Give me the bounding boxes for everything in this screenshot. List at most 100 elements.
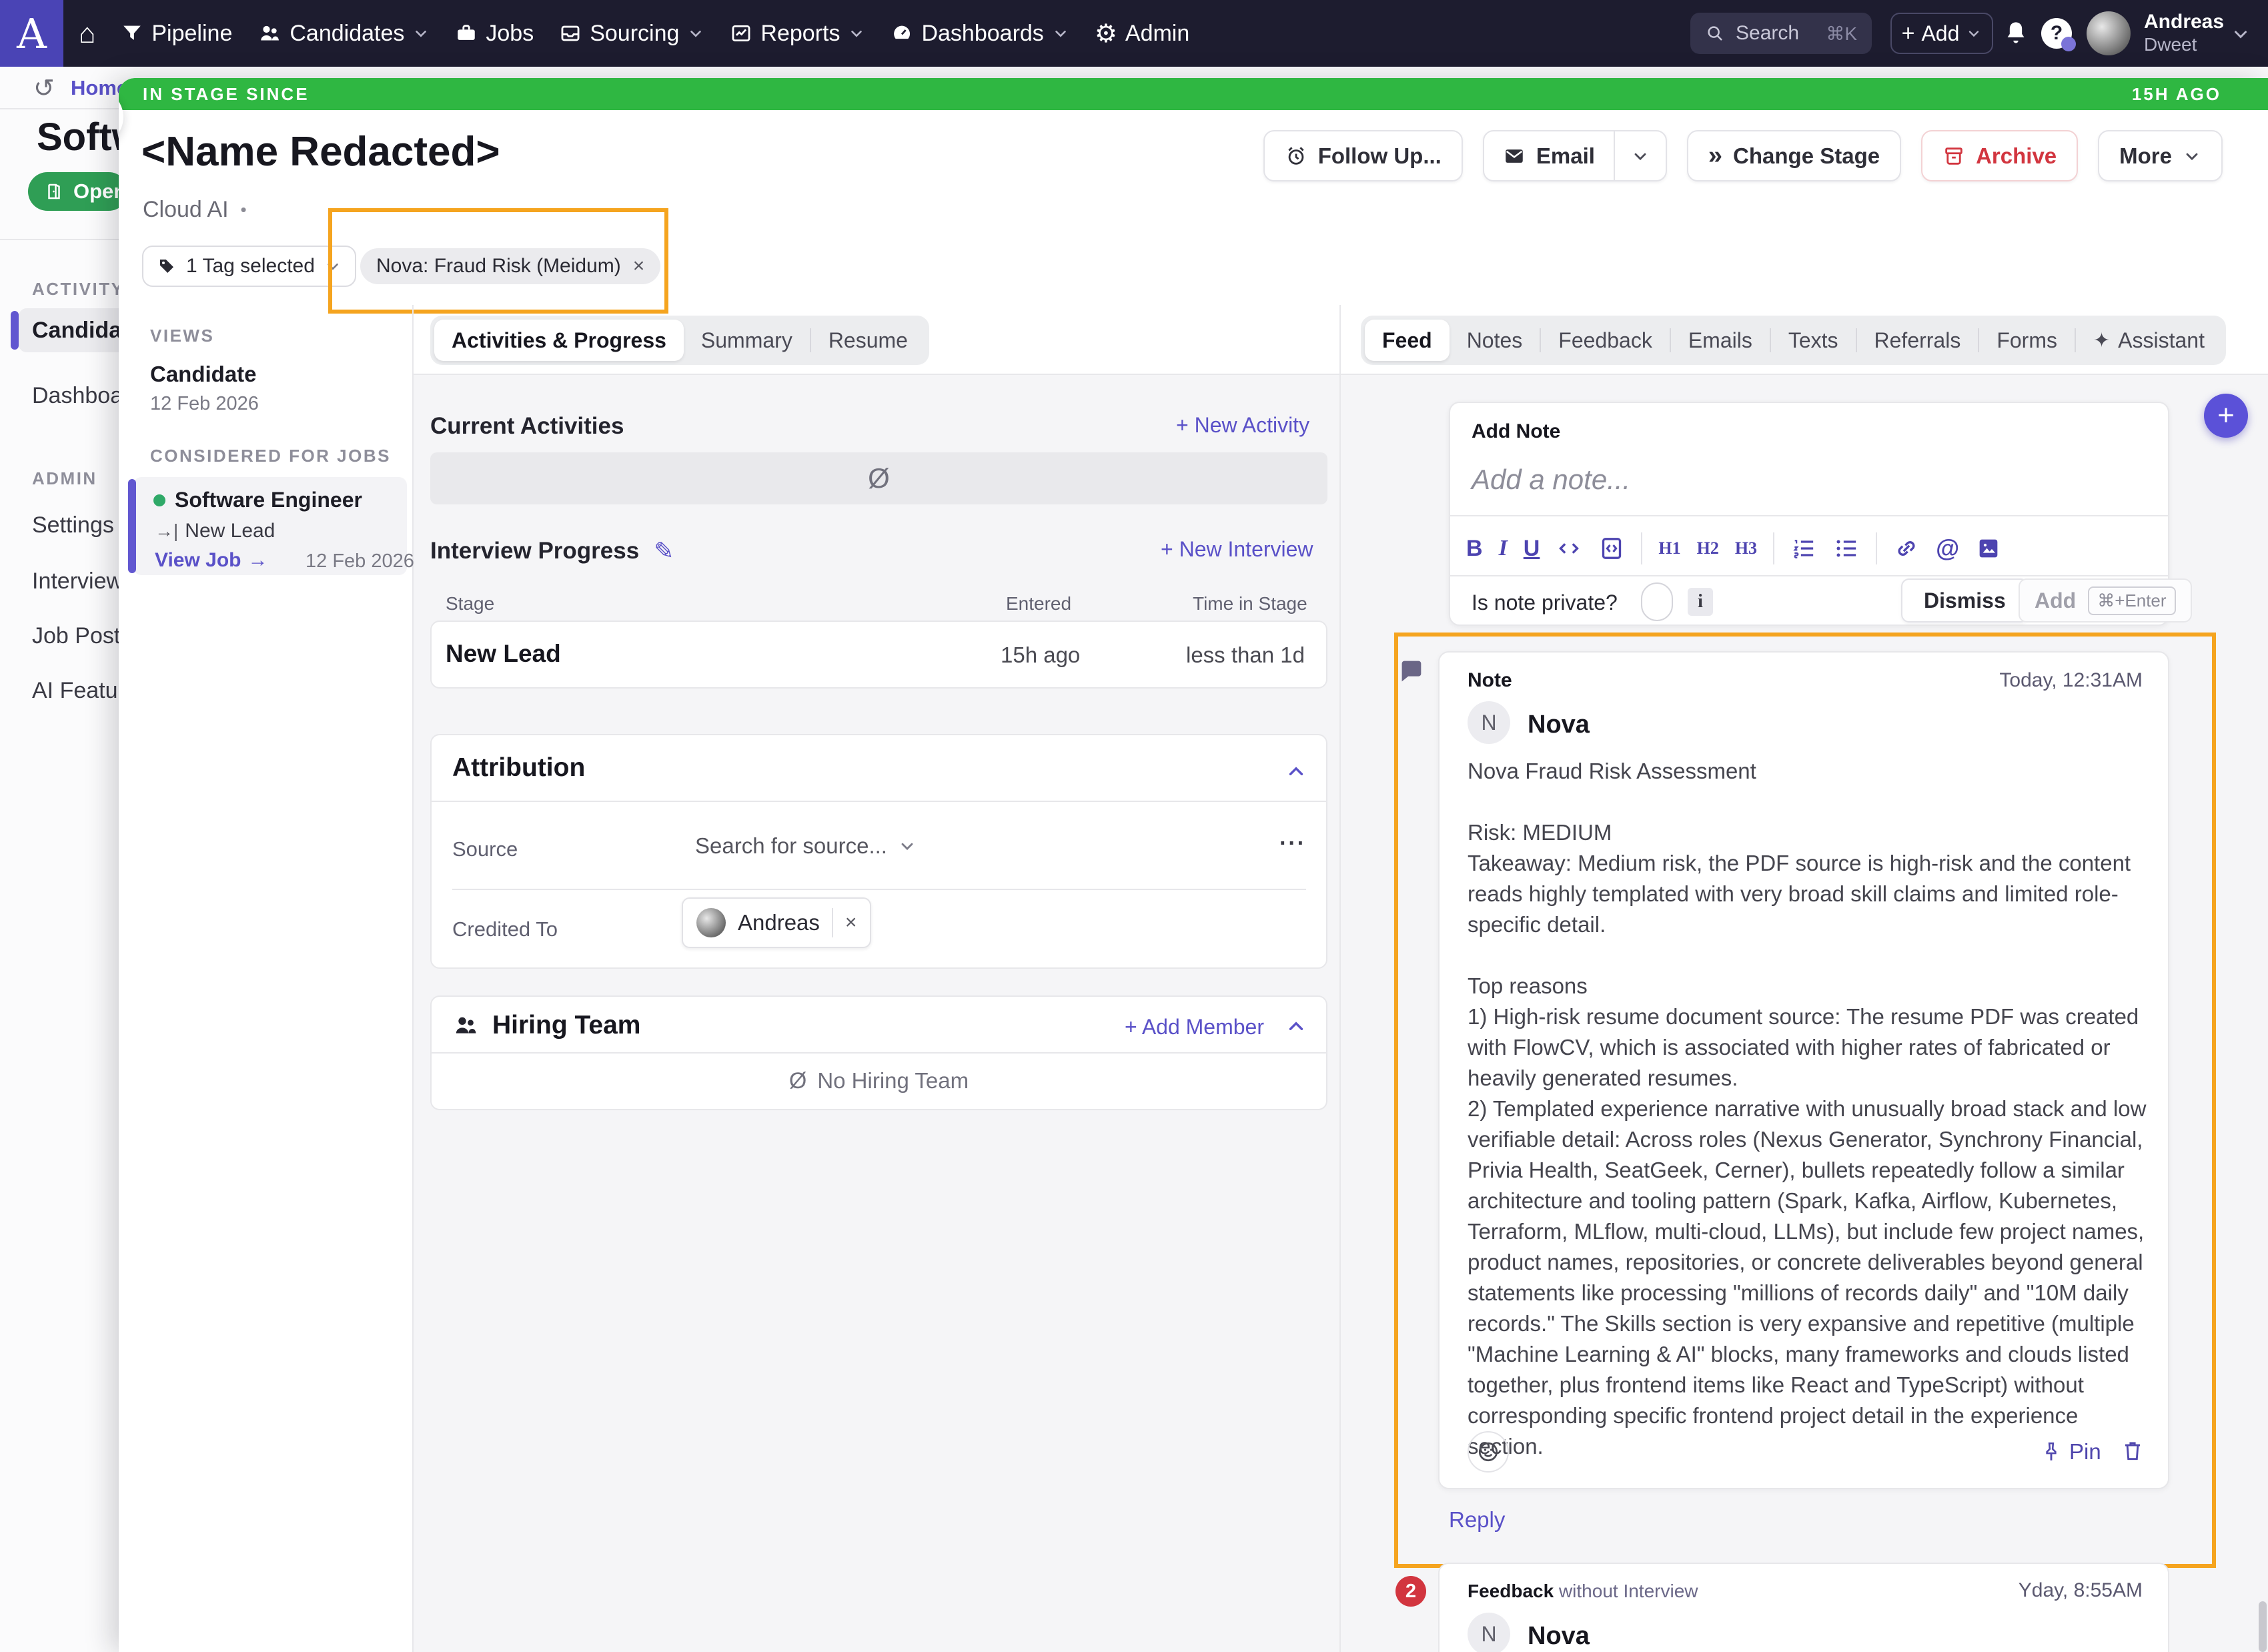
note-input[interactable]: Add a note... — [1472, 464, 1630, 496]
tab-emails[interactable]: Emails — [1671, 320, 1770, 361]
toolbar-separator — [1876, 532, 1877, 564]
inbox-icon — [559, 22, 582, 45]
divider — [452, 889, 1306, 890]
nav-dashboards[interactable]: Dashboards — [891, 21, 1069, 47]
feedback-author: Nova — [1528, 1622, 1590, 1651]
remove-credited-icon[interactable]: × — [845, 911, 857, 934]
avatar[interactable] — [2087, 11, 2131, 55]
search-shortcut: ⌘K — [1826, 23, 1857, 45]
edit-pencil-icon[interactable]: ✎ — [654, 537, 674, 565]
job-card-indicator — [128, 479, 136, 573]
private-toggle[interactable] — [1641, 582, 1673, 621]
global-search[interactable]: Search ⌘K — [1690, 13, 1872, 54]
add-member-button[interactable]: + Add Member — [1125, 1015, 1264, 1040]
scrollbar-thumb[interactable] — [2259, 1601, 2267, 1652]
sidebar-item-ai-features[interactable]: AI Featur — [32, 678, 125, 704]
job-title[interactable]: Software Engineer — [175, 488, 362, 512]
tag-icon — [157, 256, 177, 276]
company-name[interactable]: Cloud AI — [143, 197, 229, 223]
mention-button[interactable]: @ — [1936, 534, 1959, 562]
view-job-link[interactable]: View Job → — [155, 549, 268, 572]
credited-to-label: Credited To — [452, 917, 558, 941]
code-icon[interactable] — [1556, 535, 1582, 562]
tab-notes[interactable]: Notes — [1450, 320, 1540, 361]
tag-selector[interactable]: 1 Tag selected — [142, 246, 356, 287]
sidebar-item-settings[interactable]: Settings — [32, 512, 114, 538]
collapse-chevron-icon[interactable] — [1285, 760, 1307, 783]
home-icon: ⌂ — [79, 17, 95, 49]
nav-candidates[interactable]: Candidates — [257, 21, 430, 47]
user-menu-chevron-icon[interactable] — [2231, 24, 2251, 44]
tab-assistant[interactable]: ✦ Assistant — [2076, 320, 2222, 361]
code-block-icon[interactable] — [1598, 535, 1625, 562]
user-name[interactable]: Andreas Dweet — [2144, 11, 2224, 56]
new-activity-button[interactable]: + New Activity — [1176, 413, 1309, 438]
new-interview-button[interactable]: + New Interview — [1161, 537, 1313, 562]
col-stage: Stage — [446, 593, 494, 614]
nav-reports[interactable]: Reports — [730, 21, 865, 47]
nav-admin[interactable]: ⚙ Admin — [1095, 19, 1189, 49]
floating-add-button[interactable]: + — [2204, 394, 2248, 438]
ordered-list-icon[interactable] — [1790, 535, 1817, 562]
view-candidate[interactable]: Candidate — [150, 362, 257, 387]
feedback-author-avatar: N — [1468, 1613, 1510, 1652]
h1-button[interactable]: H1 — [1658, 538, 1680, 558]
job-page-title: Softw — [37, 115, 130, 159]
archive-button[interactable]: Archive — [1921, 130, 2078, 181]
chevron-down-icon — [412, 25, 430, 42]
h2-button[interactable]: H2 — [1697, 538, 1719, 558]
bullet-list-icon[interactable] — [1833, 535, 1860, 562]
sidebar-item-dashboards[interactable]: Dashboar — [32, 383, 130, 409]
gauge-icon — [891, 22, 913, 45]
bold-button[interactable]: B — [1466, 536, 1483, 562]
italic-button[interactable]: I — [1499, 536, 1508, 561]
tab-forms[interactable]: Forms — [1979, 320, 2075, 361]
nav-jobs[interactable]: Jobs — [455, 21, 534, 47]
nav-pipeline[interactable]: Pipeline — [121, 21, 232, 47]
panel-divider — [1339, 305, 1341, 1652]
add-button[interactable]: + Add — [1890, 13, 1993, 54]
chevron-down-icon — [848, 25, 865, 42]
tab-feedback[interactable]: Feedback — [1541, 320, 1670, 361]
add-note-submit-button[interactable]: Add ⌘+Enter — [2019, 578, 2192, 623]
source-select[interactable]: Search for source... — [695, 833, 917, 859]
source-more-button[interactable]: ··· — [1279, 831, 1306, 857]
nav-sourcing[interactable]: Sourcing — [559, 21, 704, 47]
notifications-button[interactable] — [2001, 18, 2031, 47]
email-dropdown-button[interactable] — [1615, 131, 1666, 180]
alarm-icon — [1285, 145, 1307, 167]
open-job-button[interactable]: Open — [28, 172, 128, 211]
follow-up-button[interactable]: Follow Up... — [1263, 130, 1463, 181]
dismiss-button[interactable]: Dismiss — [1901, 578, 2029, 623]
job-date: 12 Feb 2026 — [306, 550, 414, 572]
more-button[interactable]: More — [2098, 130, 2223, 181]
action-buttons: Follow Up... Email » Change Stage Archiv… — [1263, 130, 2223, 181]
tab-summary[interactable]: Summary — [684, 320, 810, 361]
app-logo[interactable]: A — [0, 0, 63, 67]
info-badge[interactable]: i — [1688, 588, 1713, 616]
job-title-row: Software Engineer — [153, 488, 362, 512]
tab-resume[interactable]: Resume — [811, 320, 925, 361]
h3-button[interactable]: H3 — [1735, 538, 1757, 558]
tab-activities-progress[interactable]: Activities & Progress — [434, 320, 684, 361]
history-icon[interactable]: ↺ — [33, 73, 55, 103]
email-button[interactable]: Email — [1484, 143, 1614, 169]
change-stage-button[interactable]: » Change Stage — [1687, 130, 1901, 181]
underline-button[interactable]: U — [1524, 536, 1540, 562]
home-nav-button[interactable]: ⌂ — [79, 0, 95, 67]
funnel-icon — [121, 22, 143, 45]
active-indicator — [11, 311, 19, 350]
envelope-icon — [1503, 145, 1526, 167]
attach-image-icon[interactable] — [1975, 535, 2002, 562]
tab-texts[interactable]: Texts — [1771, 320, 1856, 361]
tab-referrals[interactable]: Referrals — [1857, 320, 1978, 361]
link-icon[interactable] — [1893, 535, 1920, 562]
bell-icon — [2001, 18, 2031, 47]
sidebar-item-interviews[interactable]: Interview — [32, 568, 123, 594]
tab-feed[interactable]: Feed — [1365, 320, 1450, 361]
job-status-dot — [153, 494, 165, 506]
collapse-chevron-icon[interactable] — [1285, 1015, 1307, 1038]
help-button[interactable]: ? — [2041, 18, 2072, 49]
credited-chip[interactable]: Andreas × — [682, 897, 871, 948]
sparkle-icon: ✦ — [2093, 329, 2110, 352]
